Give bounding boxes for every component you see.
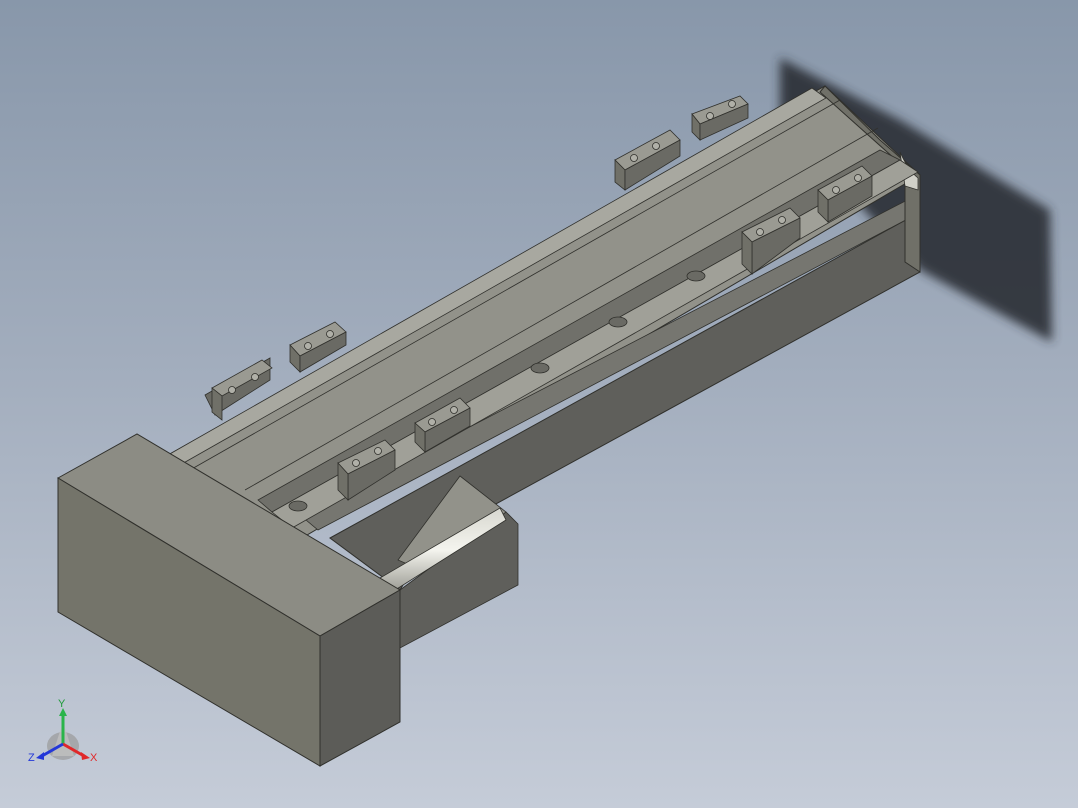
triad-z-arrow (36, 752, 44, 760)
channel-hole (686, 270, 706, 282)
orientation-triad[interactable]: Y X Z (26, 694, 106, 770)
channel-hole (530, 362, 550, 374)
triad-z-label: Z (28, 752, 35, 764)
triad-x-label: X (90, 752, 98, 764)
linear-actuator-3d-model[interactable] (0, 0, 1078, 808)
channel-hole (288, 500, 308, 512)
channel-hole (608, 316, 628, 328)
triad-x-arrow (81, 752, 90, 760)
cad-3d-viewport[interactable]: Y X Z (0, 0, 1078, 808)
triad-y-label: Y (58, 698, 66, 710)
